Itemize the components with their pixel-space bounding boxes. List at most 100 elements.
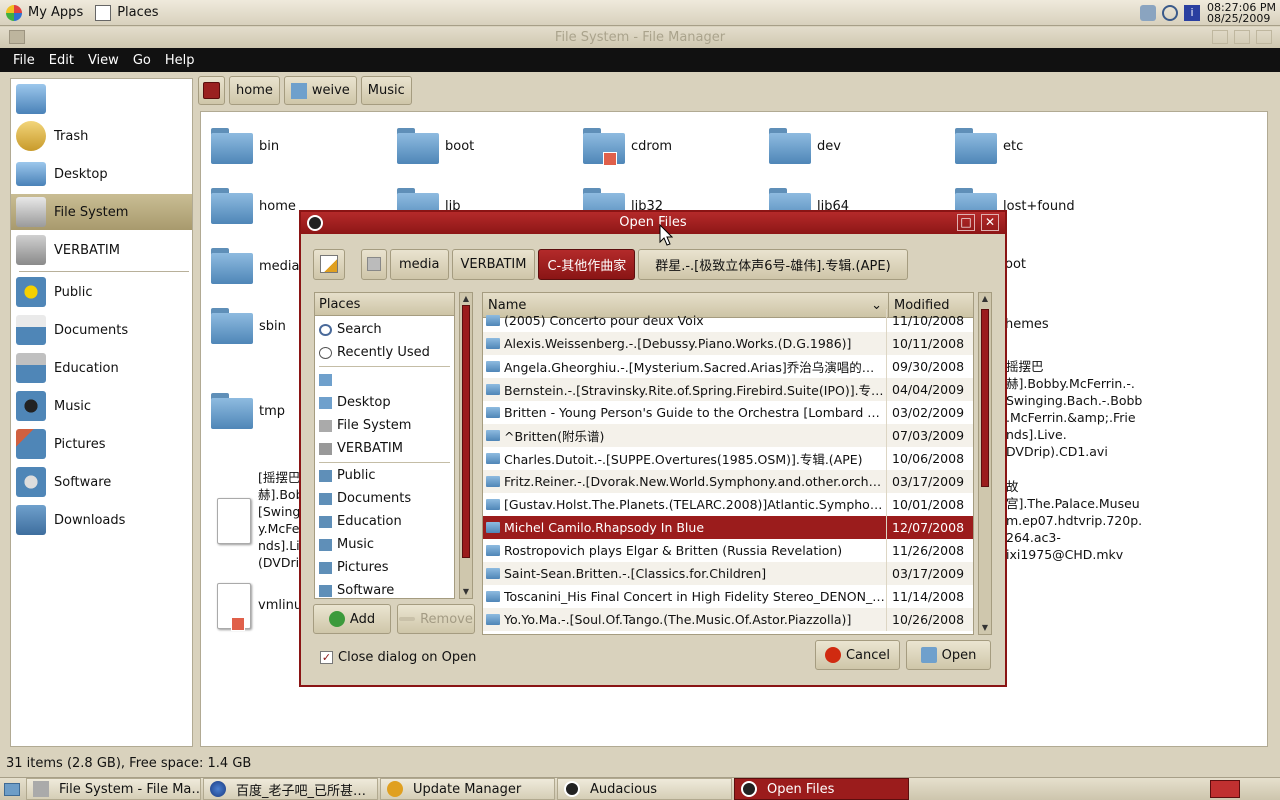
workspace-switcher[interactable]	[1210, 780, 1240, 798]
file-list-row[interactable]: Yo.Yo.Ma.-.[Soul.Of.Tango.(The.Music.Of.…	[483, 608, 973, 631]
scrollbar-thumb[interactable]	[462, 305, 470, 558]
file-list-row[interactable]: ^Britten(附乐谱) 07/03/2009	[483, 424, 973, 447]
my-apps-menu[interactable]: My Apps	[0, 0, 89, 26]
path-home-button[interactable]: home	[229, 76, 280, 105]
scroll-down-icon[interactable]: ▼	[460, 586, 472, 598]
sidebar-item-file-system[interactable]: File System	[11, 194, 192, 230]
sidebar-item-downloads[interactable]: Downloads	[11, 502, 192, 538]
sidebar-item-music[interactable]: Music	[11, 388, 192, 424]
close-button[interactable]: ✕	[981, 214, 999, 231]
maximize-button[interactable]	[1234, 30, 1250, 44]
path-root-button[interactable]	[198, 76, 225, 105]
file-list-row[interactable]: Alexis.Weissenberg.-.[Debussy.Piano.Work…	[483, 332, 973, 355]
places-menu[interactable]: Places	[89, 0, 164, 26]
path-verbatim-button[interactable]: VERBATIM	[451, 248, 536, 280]
file-list-row[interactable]: Toscanini_His Final Concert in High Fide…	[483, 585, 973, 608]
folder-item[interactable]: boot	[397, 128, 474, 164]
place-desktop[interactable]: Desktop	[315, 391, 454, 414]
folder-item[interactable]: cdrom	[583, 128, 672, 166]
scrollbar-thumb[interactable]	[981, 309, 989, 487]
arrows-icon[interactable]	[1161, 5, 1178, 21]
task-browser[interactable]: 百度_老子吧_已所甚…	[203, 778, 378, 800]
minimize-button[interactable]	[1212, 30, 1228, 44]
sidebar-item-software[interactable]: Software	[11, 464, 192, 500]
file-list-row[interactable]: Britten - Young Person's Guide to the Or…	[483, 401, 973, 424]
folder-item[interactable]: sbin	[211, 308, 286, 344]
folder-item[interactable]: home	[211, 188, 296, 224]
sidebar-item-trash[interactable]: Trash	[11, 118, 192, 154]
maximize-button[interactable]: □	[957, 214, 975, 231]
open-button[interactable]: Open	[906, 640, 991, 670]
folder-item[interactable]: dev	[769, 128, 841, 164]
folder-item[interactable]: tmp	[211, 393, 285, 429]
file-list-row[interactable]: Bernstein.-.[Stravinsky.Rite.of.Spring.F…	[483, 378, 973, 401]
video-file-icon[interactable]	[217, 498, 251, 544]
file-list-row[interactable]: Charles.Dutoit.-.[SUPPE.Overtures(1985.O…	[483, 447, 973, 470]
sidebar-item-home[interactable]	[11, 81, 192, 117]
place-verbatim[interactable]: VERBATIM	[315, 437, 454, 460]
folder-item[interactable]: media	[211, 248, 300, 284]
place-music[interactable]: Music	[315, 533, 454, 556]
places-scrollbar[interactable]: ▲ ▼	[459, 292, 473, 599]
show-desktop-button[interactable]	[0, 778, 24, 800]
place-education[interactable]: Education	[315, 510, 454, 533]
path-subfolder-button[interactable]: 群星.-.[极致立体声6号-雄伟].专辑.(APE)	[638, 248, 908, 280]
path-music-button[interactable]: Music	[360, 76, 412, 105]
sidebar-item-education[interactable]: Education	[11, 350, 192, 386]
path-current-folder-button[interactable]: C-其他作曲家	[538, 248, 636, 280]
file-list-scrollbar[interactable]: ▲ ▼	[978, 292, 992, 635]
menu-go[interactable]: Go	[133, 53, 151, 68]
type-location-button[interactable]	[313, 248, 345, 280]
info-icon[interactable]: i	[1183, 5, 1200, 21]
file-list-row[interactable]: (2005) Concerto pour deux Voix 11/10/2008	[483, 309, 973, 332]
task-open-files[interactable]: Open Files	[734, 778, 909, 800]
menu-view[interactable]: View	[88, 53, 119, 68]
file-list-row[interactable]: Rostropovich plays Elgar & Britten (Russ…	[483, 539, 973, 562]
cancel-button[interactable]: Cancel	[815, 640, 900, 670]
folder-item[interactable]: bin	[211, 128, 279, 164]
menu-file[interactable]: File	[13, 53, 35, 68]
window-menu-icon[interactable]	[9, 30, 25, 44]
video-file-label[interactable]: 故 宫].The.Palace.Museu m.ep07.hdtvrip.720…	[1006, 478, 1142, 563]
folder-icon	[955, 128, 997, 164]
path-media-button[interactable]: media	[390, 248, 449, 280]
task-audacious[interactable]: Audacious	[557, 778, 732, 800]
places-header[interactable]: Places	[315, 293, 454, 316]
sidebar-item-desktop[interactable]: Desktop	[11, 156, 192, 192]
place-public[interactable]: Public	[315, 464, 454, 487]
clock[interactable]: 08:27:06 PM 08/25/2009	[1203, 2, 1280, 24]
file-list-row[interactable]: Angela.Gheorghiu.-.[Mysterium.Sacred.Ari…	[483, 355, 973, 378]
add-button[interactable]: Add	[313, 604, 391, 634]
video-file-label[interactable]: 摇摆巴 赫].Bobby.McFerrin.-. Swinging.Bach.-…	[1006, 358, 1142, 460]
file-list-row[interactable]: Fritz.Reiner.-.[Dvorak.New.World.Symphon…	[483, 470, 973, 493]
close-button[interactable]	[1256, 30, 1272, 44]
place-search[interactable]: Search	[315, 318, 454, 341]
remove-button[interactable]: Remove	[397, 604, 475, 634]
task-file-manager[interactable]: File System - File Ma…	[26, 778, 201, 800]
file-list-row[interactable]: [Gustav.Holst.The.Planets.(TELARC.2008)]…	[483, 493, 973, 516]
place-home[interactable]	[315, 368, 454, 391]
sidebar-item-documents[interactable]: Documents	[11, 312, 192, 348]
place-pictures[interactable]: Pictures	[315, 556, 454, 579]
place-file-system[interactable]: File System	[315, 414, 454, 437]
task-update-manager[interactable]: Update Manager	[380, 778, 555, 800]
file-list-row[interactable]: Saint-Sean.Britten.-.[Classics.for.Child…	[483, 562, 973, 585]
path-weive-button[interactable]: weive	[283, 76, 357, 105]
place-software[interactable]: Software	[315, 579, 454, 598]
scroll-down-icon[interactable]: ▼	[979, 622, 991, 634]
file-list-row[interactable]: Michel Camilo.Rhapsody In Blue 12/07/2008	[483, 516, 973, 539]
menu-edit[interactable]: Edit	[49, 53, 74, 68]
close-on-open-checkbox[interactable]: ✓ Close dialog on Open	[320, 650, 476, 665]
network-icon[interactable]	[1139, 5, 1156, 21]
place-recently-used[interactable]: Recently Used	[315, 341, 454, 364]
scroll-up-icon[interactable]: ▲	[460, 293, 472, 305]
path-scroll-left-button[interactable]	[361, 248, 387, 280]
sidebar-item-public[interactable]: Public	[11, 274, 192, 310]
folder-item[interactable]: etc	[955, 128, 1023, 164]
scroll-up-icon[interactable]: ▲	[979, 293, 991, 305]
sidebar-item-verbatim[interactable]: VERBATIM	[11, 232, 192, 268]
place-documents[interactable]: Documents	[315, 487, 454, 510]
file-date: 10/26/2008	[892, 612, 965, 627]
sidebar-item-pictures[interactable]: Pictures	[11, 426, 192, 462]
menu-help[interactable]: Help	[165, 53, 195, 68]
